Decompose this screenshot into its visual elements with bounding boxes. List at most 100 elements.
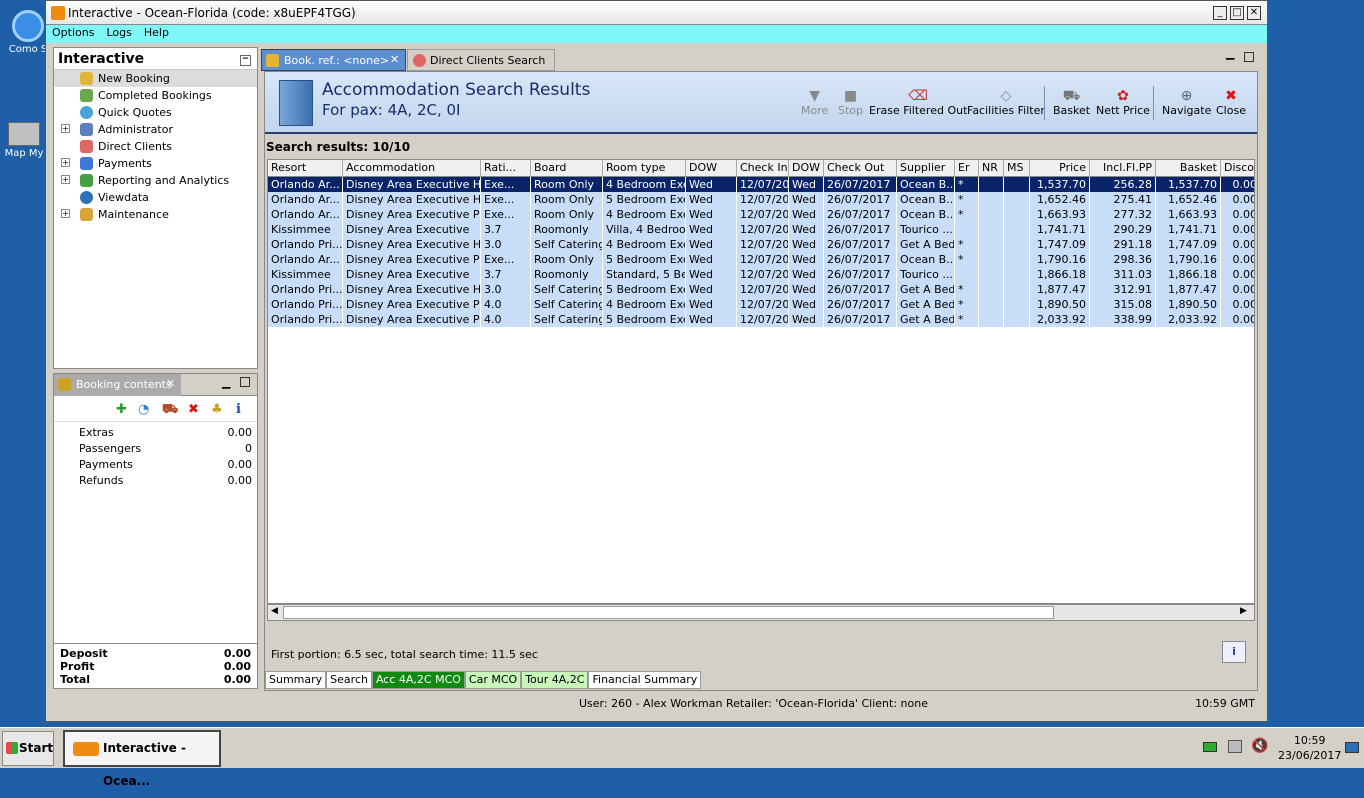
menu-logs[interactable]: Logs bbox=[100, 25, 137, 43]
nav-item-payments[interactable]: + Payments bbox=[54, 155, 257, 172]
column-header-discount[interactable]: Discoun bbox=[1221, 160, 1254, 177]
navigate-button[interactable]: ⊕ Navigate bbox=[1162, 88, 1211, 117]
column-header-incl-fl-pp[interactable]: Incl.Fl.PP bbox=[1090, 160, 1156, 177]
expand-icon[interactable]: + bbox=[61, 124, 70, 133]
cell-price: 1,741.71 bbox=[1030, 222, 1090, 237]
table-row[interactable]: Kissimmee Disney Area Executive 3.7 Roomonl… bbox=[268, 267, 1254, 282]
total-label: Profit bbox=[60, 660, 95, 673]
scroll-left-arrow[interactable]: ◀ bbox=[271, 606, 278, 616]
network-icon[interactable] bbox=[1203, 742, 1217, 752]
nav-item-completed-bookings[interactable]: Completed Bookings bbox=[54, 87, 257, 104]
table-row[interactable]: Orlando Ar... Disney Area Executive H... E… bbox=[268, 192, 1254, 207]
close-results-button[interactable]: ✖ Close bbox=[1216, 88, 1246, 117]
nav-item-viewdata[interactable]: Viewdata bbox=[54, 189, 257, 206]
tab-summary[interactable]: Summary bbox=[265, 671, 327, 689]
column-header-nr[interactable]: NR bbox=[979, 160, 1004, 177]
nav-item-administrator[interactable]: + Administrator bbox=[54, 121, 257, 138]
minimize-button[interactable]: _ bbox=[1213, 6, 1227, 20]
tab-acc[interactable]: Acc 4A,2C MCO bbox=[371, 671, 465, 689]
clock-icon bbox=[80, 106, 93, 119]
maximize-button[interactable]: □ bbox=[1230, 6, 1244, 20]
column-header-room-type[interactable]: Room type bbox=[603, 160, 686, 177]
palm-tree-icon[interactable]: ♣ bbox=[211, 402, 223, 417]
nett-price-button[interactable]: ✿ Nett Price bbox=[1096, 88, 1150, 117]
tab-financial-summary[interactable]: Financial Summary bbox=[588, 671, 702, 689]
column-header-supplier[interactable]: Supplier bbox=[897, 160, 955, 177]
cell-dow-in: Wed bbox=[686, 237, 737, 252]
column-header-board[interactable]: Board bbox=[531, 160, 603, 177]
expand-icon[interactable]: + bbox=[61, 158, 70, 167]
clock-icon[interactable]: ◔ bbox=[138, 402, 149, 417]
cell-check-out: 26/07/2017 bbox=[824, 297, 897, 312]
menu-help[interactable]: Help bbox=[138, 25, 175, 43]
horizontal-scrollbar[interactable]: ◀ ▶ bbox=[267, 604, 1255, 621]
display-icon[interactable] bbox=[1228, 740, 1242, 753]
scroll-right-arrow[interactable]: ▶ bbox=[1240, 606, 1247, 616]
nav-item-direct-clients[interactable]: Direct Clients bbox=[54, 138, 257, 155]
nav-item-reporting[interactable]: + Reporting and Analytics bbox=[54, 172, 257, 189]
maximize-pane-button[interactable] bbox=[240, 377, 250, 387]
cell-resort: Orlando Ar... bbox=[268, 192, 343, 207]
erase-filtered-out-button[interactable]: ⌫ Erase Filtered Out bbox=[869, 88, 967, 117]
nav-item-new-booking[interactable]: New Booking bbox=[54, 70, 257, 87]
basket-icon[interactable]: ⛟ bbox=[162, 402, 178, 419]
column-header-accommodation[interactable]: Accommodation bbox=[343, 160, 481, 177]
tab-car[interactable]: Car MCO bbox=[464, 671, 522, 689]
close-window-button[interactable]: ✕ bbox=[1247, 6, 1261, 20]
minimize-panel-button[interactable]: ▁ bbox=[1226, 47, 1234, 60]
cell-nr bbox=[979, 237, 1004, 252]
tab-booking-ref[interactable]: Book. ref.: <none> ✕ bbox=[261, 49, 406, 71]
facilities-filter-button[interactable]: ◇ Facilities Filter bbox=[967, 88, 1045, 117]
add-icon[interactable]: ✚ bbox=[116, 402, 127, 417]
start-button[interactable]: Start bbox=[2, 731, 54, 766]
table-row[interactable]: Kissimmee Disney Area Executive 3.7 Roomonl… bbox=[268, 222, 1254, 237]
volume-muted-icon[interactable]: 🔇 bbox=[1251, 738, 1268, 754]
column-header-price[interactable]: Price bbox=[1030, 160, 1090, 177]
close-tab-icon[interactable]: ✕ bbox=[390, 53, 399, 66]
desktop-icon-map[interactable]: Map My bbox=[0, 122, 48, 159]
expand-icon[interactable]: + bbox=[61, 175, 70, 184]
table-row[interactable]: Orlando Pri... Disney Area Executive H...… bbox=[268, 282, 1254, 297]
info-button[interactable]: i bbox=[1222, 641, 1246, 663]
table-row[interactable]: Orlando Ar... Disney Area Executive Pl...… bbox=[268, 252, 1254, 267]
column-header-check-in[interactable]: Check In bbox=[737, 160, 789, 177]
title-bar[interactable]: Interactive - Ocean-Florida (code: x8uEP… bbox=[46, 1, 1267, 25]
column-header-dow-out[interactable]: DOW bbox=[789, 160, 824, 177]
tab-search[interactable]: Search bbox=[326, 671, 372, 689]
tab-direct-clients-search[interactable]: Direct Clients Search bbox=[407, 49, 555, 71]
column-header-er[interactable]: Er bbox=[955, 160, 979, 177]
maximize-panel-button[interactable] bbox=[1244, 52, 1254, 62]
column-header-rating[interactable]: Rati... bbox=[481, 160, 531, 177]
scroll-thumb[interactable] bbox=[283, 606, 1054, 619]
basket-button[interactable]: ⛟ Basket bbox=[1053, 88, 1090, 117]
table-row[interactable]: Orlando Pri... Disney Area Executive Pl..… bbox=[268, 312, 1254, 327]
system-clock[interactable]: 10:59 23/06/2017 bbox=[1278, 733, 1341, 763]
tab-tour[interactable]: Tour 4A,2C bbox=[521, 671, 589, 689]
booking-contents-tab[interactable]: Booking contents ✕ bbox=[54, 374, 181, 396]
more-button[interactable]: ▼ More bbox=[801, 88, 828, 117]
column-header-check-out[interactable]: Check Out bbox=[824, 160, 897, 177]
collapse-pane-button[interactable]: − bbox=[240, 55, 251, 66]
taskbar-app-button[interactable]: Interactive - Ocea... bbox=[63, 730, 221, 788]
minimize-pane-button[interactable]: ▁ bbox=[222, 376, 230, 389]
info-icon[interactable]: i bbox=[236, 402, 241, 417]
nav-item-maintenance[interactable]: + Maintenance bbox=[54, 206, 257, 223]
column-header-dow-in[interactable]: DOW bbox=[686, 160, 737, 177]
stop-button[interactable]: ■ Stop bbox=[838, 88, 863, 117]
cell-basket: 1,741.71 bbox=[1156, 222, 1221, 237]
table-row[interactable]: Orlando Ar... Disney Area Executive Pl...… bbox=[268, 207, 1254, 222]
table-row[interactable]: Orlando Pri... Disney Area Executive H...… bbox=[268, 237, 1254, 252]
delete-icon[interactable]: ✖ bbox=[188, 402, 199, 417]
column-header-basket[interactable]: Basket bbox=[1156, 160, 1221, 177]
desktop-right-strip bbox=[1269, 0, 1364, 727]
reports-icon bbox=[80, 174, 93, 187]
column-header-ms[interactable]: MS bbox=[1004, 160, 1030, 177]
table-row[interactable]: Orlando Pri... Disney Area Executive Pl..… bbox=[268, 297, 1254, 312]
menu-options[interactable]: Options bbox=[46, 25, 100, 43]
show-desktop-icon[interactable] bbox=[1345, 742, 1359, 753]
close-icon[interactable]: ✕ bbox=[166, 377, 175, 390]
table-row[interactable]: Orlando Ar... Disney Area Executive H... E… bbox=[268, 177, 1254, 192]
nav-item-quick-quotes[interactable]: Quick Quotes bbox=[54, 104, 257, 121]
expand-icon[interactable]: + bbox=[61, 209, 70, 218]
column-header-resort[interactable]: Resort bbox=[268, 160, 343, 177]
